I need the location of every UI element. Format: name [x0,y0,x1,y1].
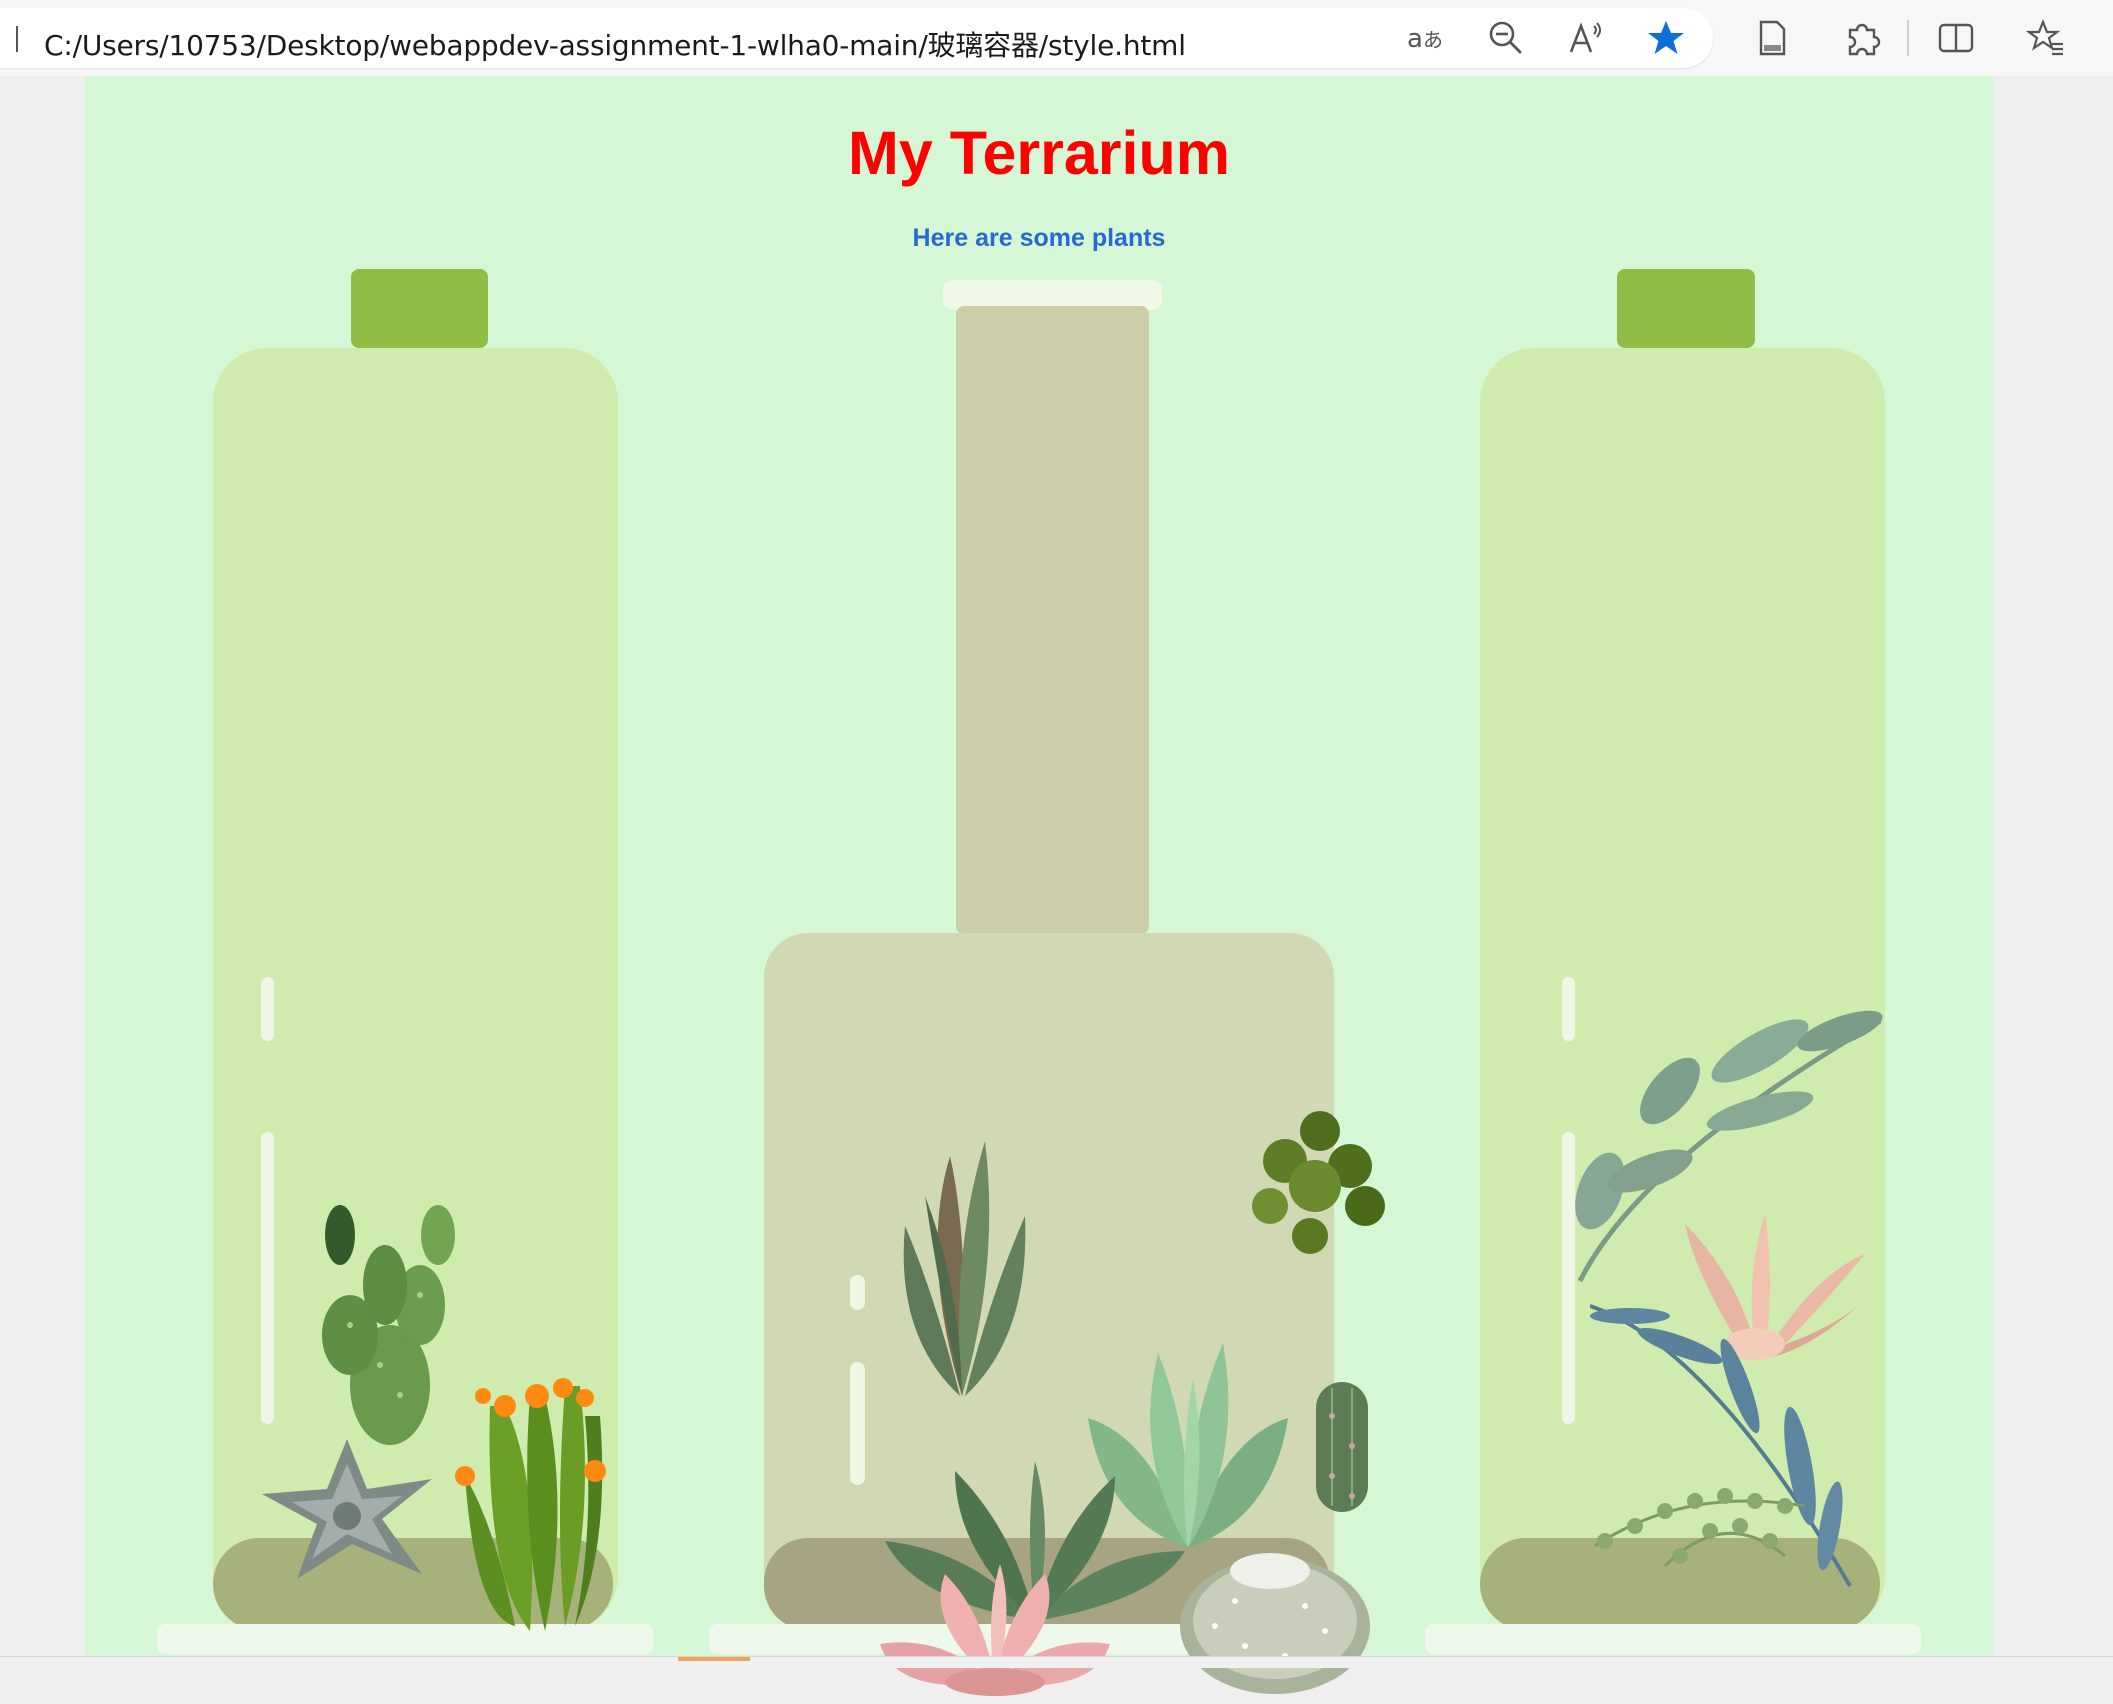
page-subtitle: Here are some plants [912,224,1166,252]
grey-echeveria-icon[interactable] [257,1434,437,1584]
columnar-cactus-icon[interactable] [1310,1376,1374,1516]
left-jar-lid [351,269,488,348]
aloe-succulent-icon[interactable] [890,1136,1035,1406]
scroll-indicator [678,1657,750,1661]
favorite-star-icon[interactable] [1646,18,1686,58]
center-jar-neck [956,306,1149,934]
toolbar-separator [1907,20,1909,56]
translate-icon[interactable]: a あ [1406,18,1446,58]
page-icon[interactable] [1752,18,1792,58]
string-of-pearls-icon[interactable] [1585,1446,1815,1576]
browser-bottom-edge [0,1656,2113,1668]
zoom-out-icon[interactable] [1486,18,1526,58]
right-jar-lid [1617,269,1755,348]
left-jar-glass-highlight [261,1132,274,1424]
favorites-icon[interactable] [2026,18,2066,58]
svg-text:あ: あ [1423,28,1443,52]
extensions-icon[interactable] [1842,18,1882,58]
right-jar-base [1425,1624,1921,1654]
center-jar-glass-highlight [850,1275,865,1310]
url-text[interactable]: C:/Users/10753/Desktop/webappdev-assignm… [44,24,1186,64]
orange-flowering-cactus-icon[interactable] [445,1326,610,1636]
split-screen-icon[interactable] [1936,18,1976,58]
prickly-pear-cactus-icon[interactable] [310,1195,460,1445]
left-jar-glass-highlight [261,977,274,1041]
white-ball-cactus-icon[interactable] [1175,1536,1375,1696]
green-sedum-icon[interactable] [1245,1106,1395,1266]
svg-text:a: a [1407,24,1423,54]
page-title: My Terrarium [848,119,1230,187]
center-jar-glass-highlight [850,1362,865,1485]
pink-echeveria-icon[interactable] [875,1564,1115,1704]
read-aloud-icon[interactable] [1566,18,1606,58]
page-content: My Terrarium Here are some plants [85,76,1993,1696]
text-caret [16,26,18,52]
browser-toolbar: C:/Users/10753/Desktop/webappdev-assignm… [0,0,2113,76]
address-bar[interactable]: C:/Users/10753/Desktop/webappdev-assignm… [0,8,1713,68]
